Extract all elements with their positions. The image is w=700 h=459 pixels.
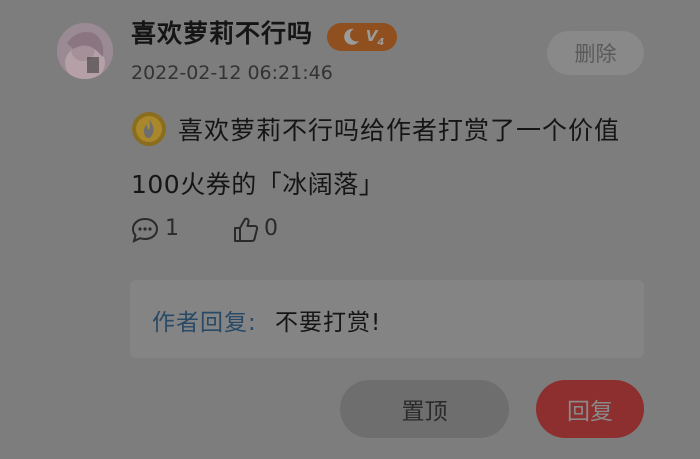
- avatar[interactable]: [57, 23, 113, 79]
- comment-count: 1: [165, 216, 179, 241]
- reply-button[interactable]: 回复: [536, 380, 644, 438]
- moon-icon: [343, 28, 359, 45]
- pin-button[interactable]: 置顶: [340, 380, 509, 438]
- comment-icon[interactable]: [131, 217, 159, 243]
- author-reply-text: 不要打赏!: [275, 310, 382, 336]
- timestamp: 2022-02-12 06:21:46: [131, 62, 333, 84]
- message-line-1: 喜欢萝莉不行吗给作者打赏了一个价值: [178, 116, 621, 145]
- author-reply-box: 作者回复: 不要打赏!: [130, 280, 644, 358]
- vip-level: V4: [365, 26, 385, 48]
- message-line-2: 100火券的「冰阔落」: [131, 170, 385, 199]
- username[interactable]: 喜欢萝莉不行吗: [131, 14, 313, 50]
- like-count: 0: [264, 216, 278, 241]
- thumbs-up-icon[interactable]: [233, 216, 259, 243]
- author-reply-label: 作者回复:: [152, 310, 257, 336]
- delete-button[interactable]: 删除: [547, 31, 644, 75]
- vip-badge: V4: [327, 23, 397, 51]
- fire-coin-icon: [132, 112, 166, 146]
